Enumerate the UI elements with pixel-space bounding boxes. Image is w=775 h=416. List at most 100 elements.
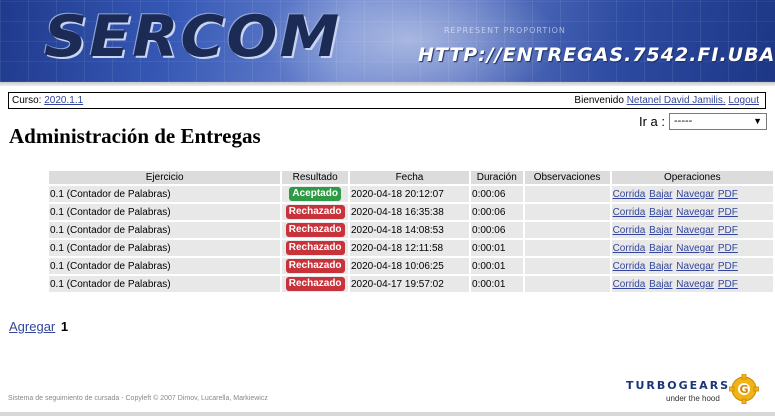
- cell-duracion: 0:00:06: [471, 204, 523, 220]
- cell-fecha: 2020-04-18 10:06:25: [349, 258, 470, 274]
- operation-link-bajar[interactable]: Bajar: [649, 225, 672, 236]
- table-header-row: Ejercicio Resultado Fecha Duración Obser…: [49, 171, 773, 184]
- table-row: 0.1 (Contador de Palabras) Rechazado 2020-…: [49, 222, 773, 238]
- header-operaciones: Operaciones: [611, 171, 773, 184]
- status-badge: Rechazado: [285, 277, 345, 291]
- table-row: 0.1 (Contador de Palabras) Rechazado 2020-…: [49, 204, 773, 220]
- operation-link-pdf[interactable]: PDF: [718, 279, 738, 290]
- table-row: 0.1 (Contador de Palabras) Rechazado 2020-…: [49, 240, 773, 256]
- operation-link-navegar[interactable]: Navegar: [676, 261, 714, 272]
- operation-link-pdf[interactable]: PDF: [718, 225, 738, 236]
- turbogears-tagline: under the hood: [666, 394, 720, 403]
- banner-small-text: REPRESENT PROPORTION: [444, 26, 566, 35]
- status-badge: Rechazado: [285, 205, 345, 219]
- cell-observaciones: [524, 276, 610, 292]
- sercom-logo: SERCOM: [44, 3, 342, 71]
- cell-operaciones: Corrida Bajar Navegar PDF: [611, 186, 773, 202]
- footer-text: Sistema de seguimiento de cursada - Copy…: [8, 395, 268, 402]
- cell-ejercicio: 0.1 (Contador de Palabras): [49, 186, 281, 202]
- cell-duracion: 0:00:06: [471, 186, 523, 202]
- gear-icon: G: [729, 374, 759, 404]
- header-observaciones: Observaciones: [524, 171, 610, 184]
- logout-link[interactable]: Logout: [728, 95, 759, 106]
- cell-fecha: 2020-04-17 19:57:02: [349, 276, 470, 292]
- cell-duracion: 0:00:01: [471, 258, 523, 274]
- cell-ejercicio: 0.1 (Contador de Palabras): [49, 240, 281, 256]
- operation-link-bajar[interactable]: Bajar: [649, 261, 672, 272]
- cell-resultado: Rechazado: [282, 222, 348, 238]
- operation-link-pdf[interactable]: PDF: [718, 207, 738, 218]
- cell-ejercicio: 0.1 (Contador de Palabras): [49, 222, 281, 238]
- bottom-divider: [0, 412, 775, 416]
- operation-link-navegar[interactable]: Navegar: [676, 189, 714, 200]
- operation-link-navegar[interactable]: Navegar: [676, 279, 714, 290]
- welcome-text: Bienvenido: [574, 95, 624, 106]
- goto-label: Ir a :: [638, 113, 665, 129]
- banner-divider: [0, 82, 775, 86]
- page-number: 1: [60, 319, 69, 334]
- operation-link-bajar[interactable]: Bajar: [649, 189, 672, 200]
- submissions-table: Ejercicio Resultado Fecha Duración Obser…: [47, 169, 775, 294]
- operation-link-corrida[interactable]: Corrida: [613, 189, 646, 200]
- operation-link-corrida[interactable]: Corrida: [613, 207, 646, 218]
- cell-operaciones: Corrida Bajar Navegar PDF: [611, 240, 773, 256]
- operation-link-bajar[interactable]: Bajar: [649, 279, 672, 290]
- header-ejercicio: Ejercicio: [49, 171, 281, 184]
- operation-link-bajar[interactable]: Bajar: [649, 207, 672, 218]
- table-row: 0.1 (Contador de Palabras) Aceptado 2020-0…: [49, 186, 773, 202]
- cell-operaciones: Corrida Bajar Navegar PDF: [611, 276, 773, 292]
- pagination: Agregar 1: [9, 319, 68, 334]
- cell-ejercicio: 0.1 (Contador de Palabras): [49, 204, 281, 220]
- operation-link-navegar[interactable]: Navegar: [676, 207, 714, 218]
- table-row: 0.1 (Contador de Palabras) Rechazado 2020-…: [49, 276, 773, 292]
- course-bar: Curso: 2020.1.1 Bienvenido Netanel David…: [8, 92, 766, 109]
- operation-link-pdf[interactable]: PDF: [718, 261, 738, 272]
- cell-resultado: Rechazado: [282, 276, 348, 292]
- operation-link-corrida[interactable]: Corrida: [613, 225, 646, 236]
- operation-link-corrida[interactable]: Corrida: [613, 279, 646, 290]
- course-label: Curso:: [12, 95, 42, 106]
- status-badge: Rechazado: [285, 241, 345, 255]
- operation-link-navegar[interactable]: Navegar: [676, 243, 714, 254]
- goto-selector: Ir a : ----- ▼: [639, 112, 767, 130]
- turbogears-wordmark: TURBOGEARS: [626, 379, 731, 392]
- cell-ejercicio: 0.1 (Contador de Palabras): [49, 276, 281, 292]
- operation-link-pdf[interactable]: PDF: [718, 189, 738, 200]
- header-duracion: Duración: [471, 171, 523, 184]
- operation-link-navegar[interactable]: Navegar: [676, 225, 714, 236]
- cell-fecha: 2020-04-18 12:11:58: [349, 240, 470, 256]
- cell-duracion: 0:00:06: [471, 222, 523, 238]
- course-link[interactable]: 2020.1.1: [44, 95, 83, 106]
- add-link[interactable]: Agregar: [9, 319, 55, 334]
- turbogears-logo: TURBOGEARS under the hood G: [626, 374, 761, 406]
- cell-operaciones: Corrida Bajar Navegar PDF: [611, 204, 773, 220]
- header-resultado: Resultado: [282, 171, 348, 184]
- cell-resultado: Rechazado: [282, 240, 348, 256]
- cell-observaciones: [524, 240, 610, 256]
- header-banner: REPRESENT PROPORTION SERCOM HTTP://ENTRE…: [0, 0, 775, 82]
- header-fecha: Fecha: [349, 171, 470, 184]
- status-badge: Rechazado: [285, 259, 345, 273]
- cell-observaciones: [524, 204, 610, 220]
- page-title: Administración de Entregas: [9, 124, 261, 148]
- cell-fecha: 2020-04-18 20:12:07: [349, 186, 470, 202]
- cell-duracion: 0:00:01: [471, 276, 523, 292]
- cell-resultado: Rechazado: [282, 204, 348, 220]
- cell-operaciones: Corrida Bajar Navegar PDF: [611, 258, 773, 274]
- operation-link-corrida[interactable]: Corrida: [613, 243, 646, 254]
- cell-ejercicio: 0.1 (Contador de Palabras): [49, 258, 281, 274]
- cell-operaciones: Corrida Bajar Navegar PDF: [611, 222, 773, 238]
- status-badge: Aceptado: [289, 187, 341, 201]
- status-badge: Rechazado: [285, 223, 345, 237]
- cell-observaciones: [524, 186, 610, 202]
- user-link[interactable]: Netanel David Jamilis.: [627, 95, 726, 106]
- operation-link-pdf[interactable]: PDF: [718, 243, 738, 254]
- cell-observaciones: [524, 222, 610, 238]
- site-url: HTTP://ENTREGAS.7542.FI.UBA.AR: [418, 44, 775, 66]
- goto-select[interactable]: ----- ▼: [669, 112, 767, 130]
- operation-link-corrida[interactable]: Corrida: [613, 261, 646, 272]
- cell-fecha: 2020-04-18 16:35:38: [349, 204, 470, 220]
- operation-link-bajar[interactable]: Bajar: [649, 243, 672, 254]
- cell-duracion: 0:00:01: [471, 240, 523, 256]
- cell-observaciones: [524, 258, 610, 274]
